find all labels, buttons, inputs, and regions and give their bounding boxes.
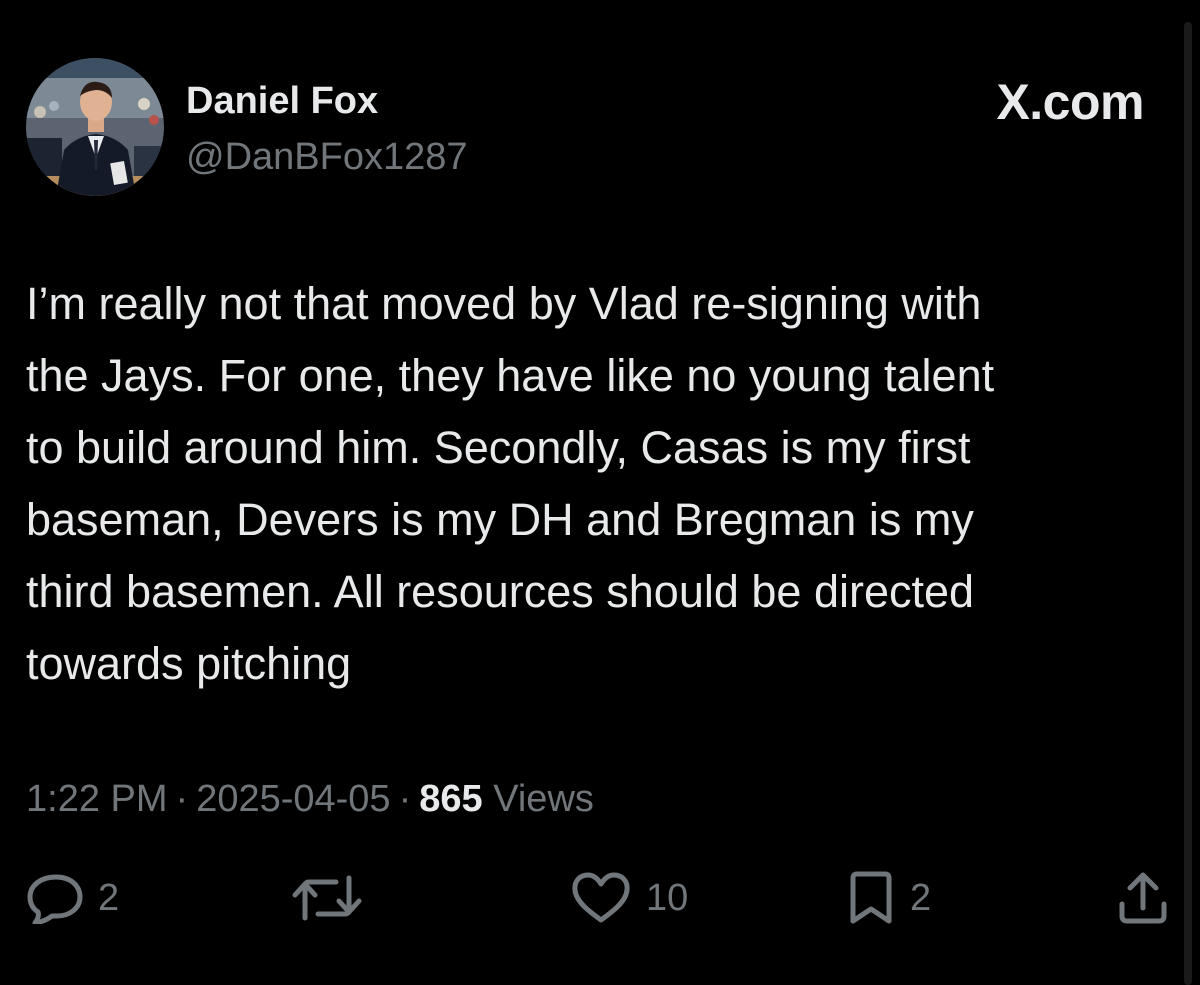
meta-separator: · — [175, 778, 189, 820]
like-count: 10 — [646, 877, 689, 919]
bookmark-count: 2 — [910, 877, 932, 919]
share-upload-icon — [1116, 870, 1170, 926]
reply-count: 2 — [98, 877, 120, 919]
meta-separator: · — [398, 778, 412, 820]
share-button[interactable] — [1116, 866, 1170, 930]
site-brand-logo: X.com — [996, 74, 1144, 130]
bookmark-icon — [846, 870, 896, 926]
scrollbar[interactable] — [1184, 22, 1192, 985]
bookmark-button[interactable]: 2 — [846, 866, 931, 930]
repost-arrows-icon — [292, 872, 362, 924]
views-count: 865 — [419, 778, 483, 820]
repost-button[interactable] — [292, 866, 362, 930]
like-button[interactable]: 10 — [570, 866, 688, 930]
avatar[interactable] — [26, 58, 164, 196]
views-label: Views — [493, 778, 594, 820]
author-display-name[interactable]: Daniel Fox — [186, 78, 378, 124]
reply-button[interactable]: 2 — [26, 866, 119, 930]
author-handle[interactable]: @DanBFox1287 — [186, 134, 468, 180]
tweet-meta: 1:22 PM · 2025-04-05 · 865 Views — [26, 776, 594, 822]
tweet-text: I’m really not that moved by Vlad re-sig… — [26, 278, 995, 689]
tweet-time[interactable]: 1:22 PM — [26, 778, 168, 820]
comment-bubble-icon — [26, 872, 84, 924]
avatar-photo — [26, 58, 164, 196]
heart-icon — [570, 871, 632, 925]
tweet-date[interactable]: 2025-04-05 — [196, 778, 390, 820]
